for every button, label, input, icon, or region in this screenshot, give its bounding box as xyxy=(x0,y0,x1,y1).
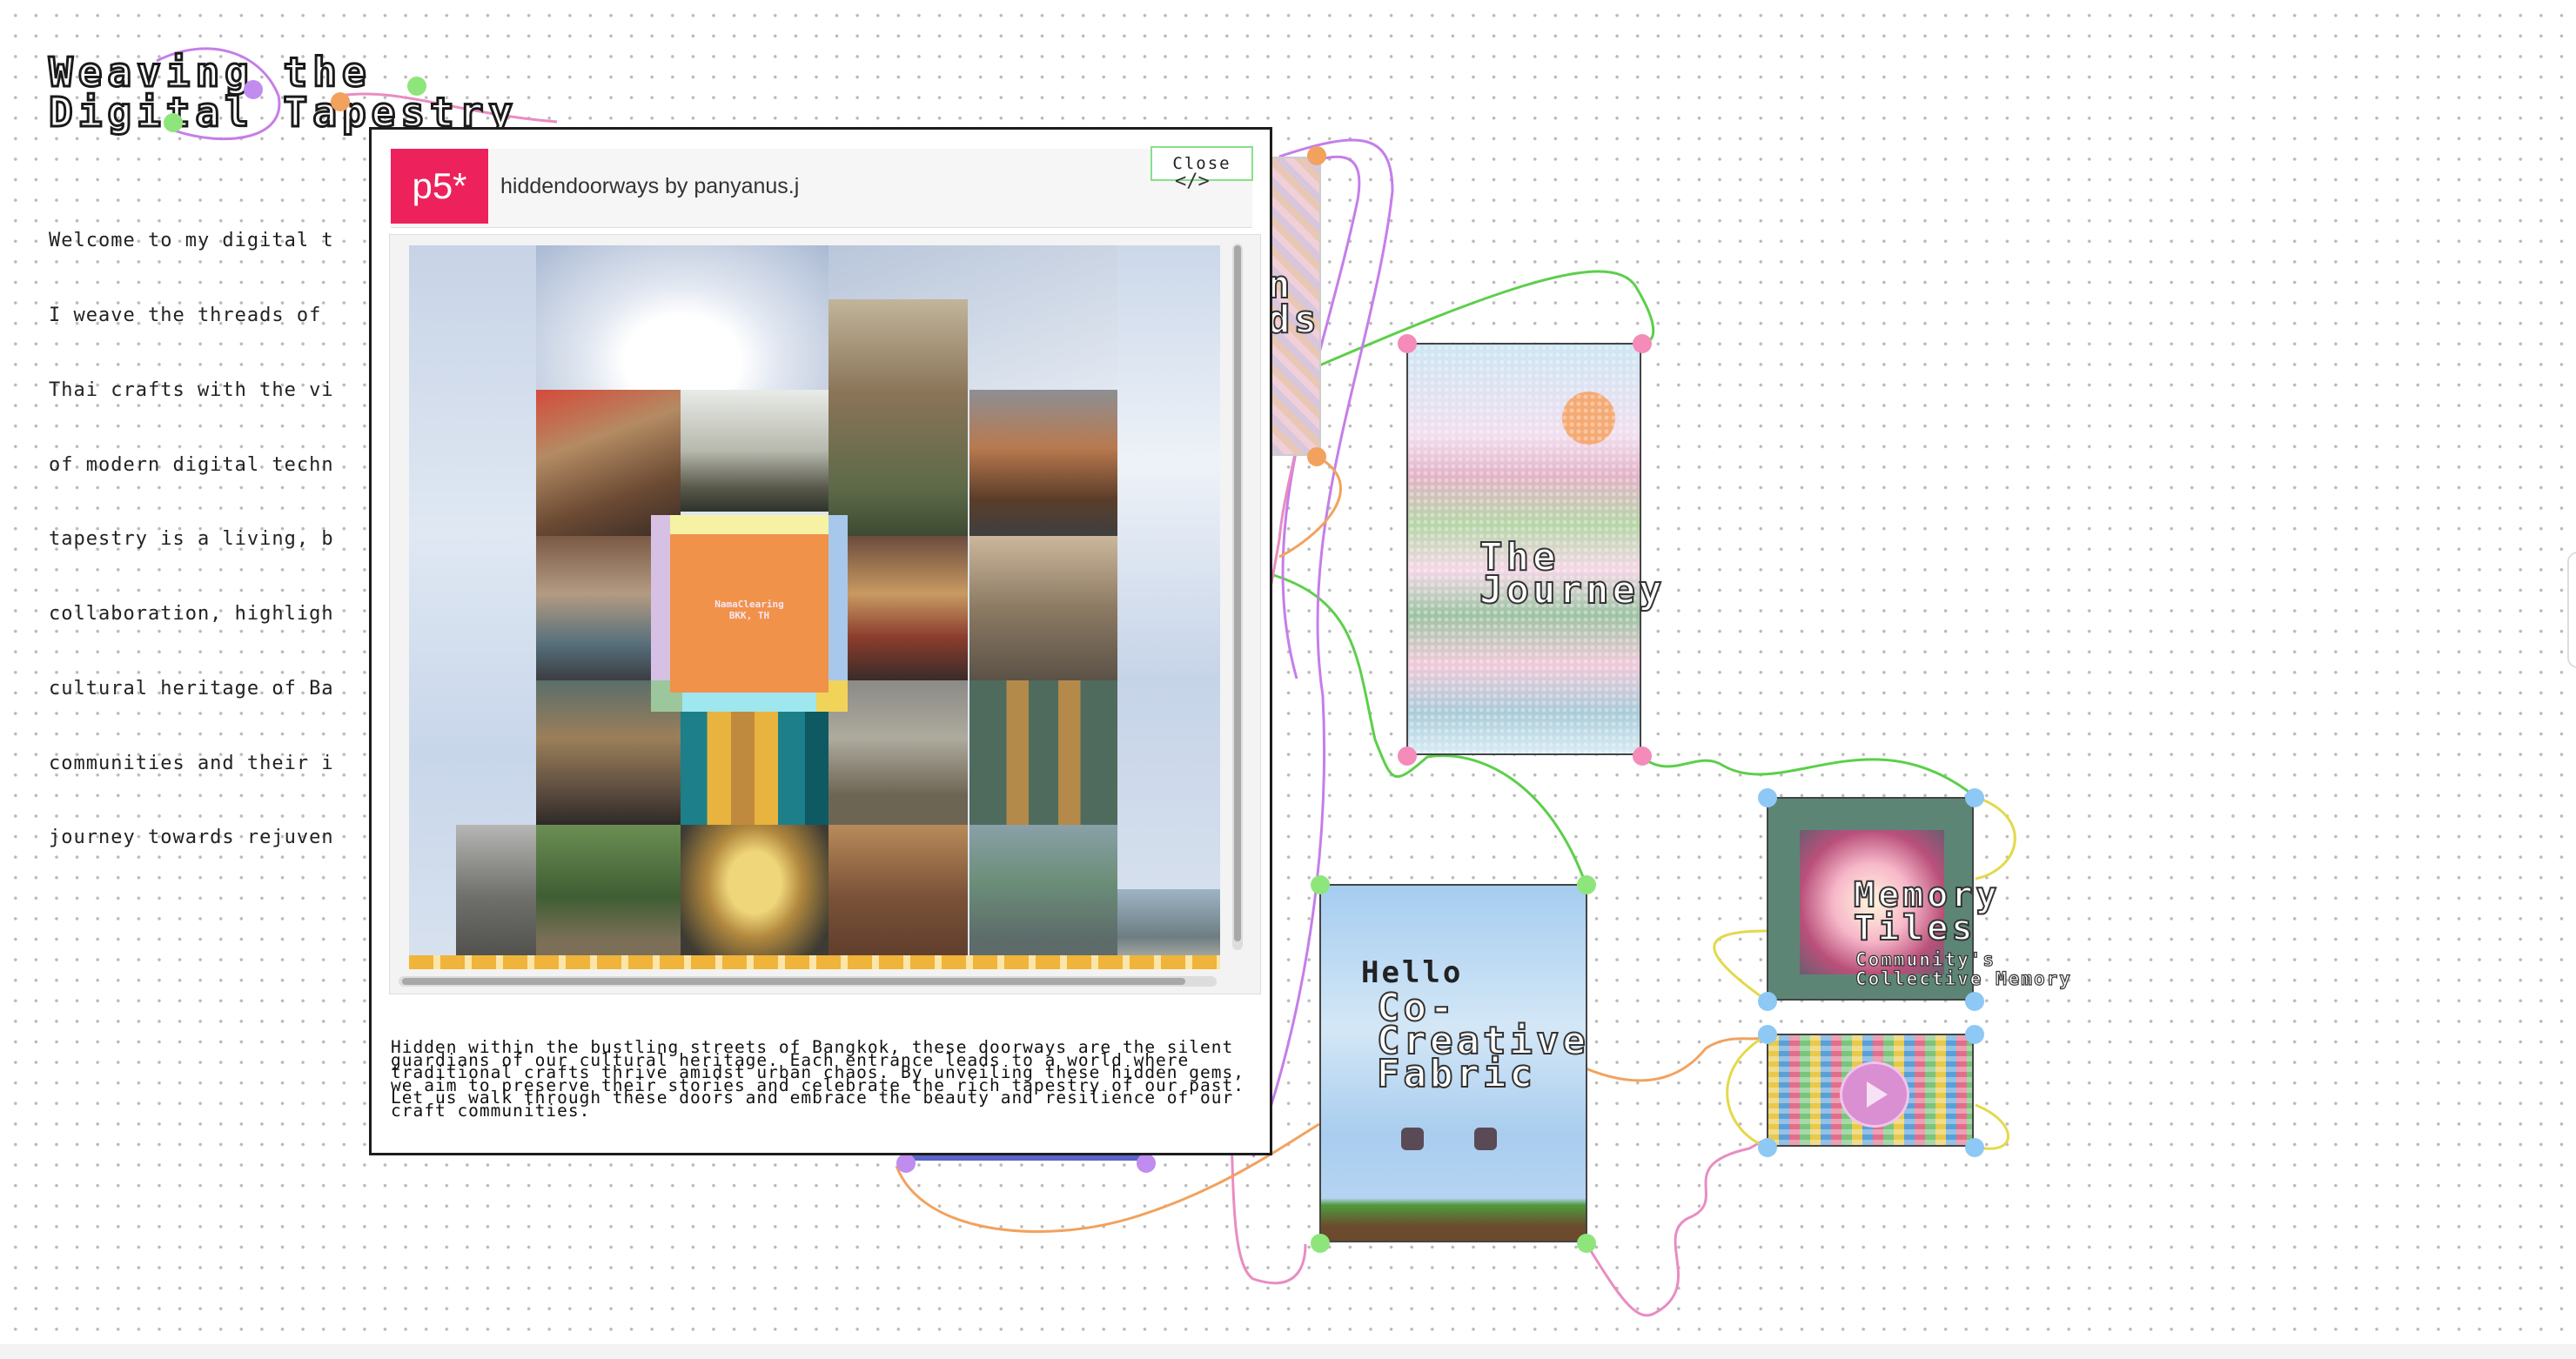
connector-dot[interactable] xyxy=(1758,1138,1777,1157)
fabric-label: Co- Creative Fabric xyxy=(1376,988,1589,1095)
intro-line: communities and their i xyxy=(49,752,334,774)
label-line: Journey xyxy=(1479,568,1666,613)
connector-dot[interactable] xyxy=(1633,334,1652,353)
connector-dot[interactable] xyxy=(1577,1234,1596,1253)
connector-dot[interactable] xyxy=(1307,146,1326,165)
intro-text: Welcome to my digital t I weave the thre… xyxy=(49,179,414,876)
sketch-canvas[interactable]: NamaClearing BKK, TH xyxy=(409,245,1220,969)
journey-label: The Journey xyxy=(1479,538,1666,613)
photo-tile xyxy=(828,825,968,969)
title-line: Weaving the xyxy=(47,49,372,96)
video-card[interactable] xyxy=(1767,1034,1974,1147)
connector-dot[interactable] xyxy=(1398,334,1417,353)
photo-tile xyxy=(969,536,1117,680)
bottom-bar xyxy=(0,1344,2576,1359)
connector-dot[interactable] xyxy=(244,80,263,99)
connector-dot[interactable] xyxy=(1965,1138,1984,1157)
connector-dot[interactable] xyxy=(1577,875,1596,894)
photo-tile xyxy=(828,680,968,825)
intro-line: I weave the threads of xyxy=(49,304,322,326)
photo-tile xyxy=(681,825,828,969)
connector-dot[interactable] xyxy=(1311,875,1330,894)
connector-dot[interactable] xyxy=(331,92,350,111)
connector-dot[interactable] xyxy=(1307,447,1326,466)
connector-dot[interactable] xyxy=(1965,788,1984,807)
connector-dot[interactable] xyxy=(1965,1025,1984,1044)
intro-line: Welcome to my digital t xyxy=(49,230,334,252)
memory-subtitle: Community's Collective Memory xyxy=(1855,949,2072,989)
photo-tile xyxy=(456,825,536,969)
tile-text: NamaClearing xyxy=(714,599,784,610)
sketch-header: p5* hiddendoorways by panyanus.j xyxy=(391,149,1252,228)
photo-tile xyxy=(1117,245,1220,969)
sketch-description: Hidden within the bustling streets of Ba… xyxy=(391,1037,1244,1121)
photo-tile xyxy=(969,680,1117,825)
photo-tile xyxy=(536,245,828,390)
tile-text: BKK, TH xyxy=(728,610,770,621)
wire-green xyxy=(1639,753,1976,799)
vertical-scrollbar[interactable] xyxy=(1232,244,1243,950)
scroll-thumb[interactable] xyxy=(402,978,1185,985)
connector-dot[interactable] xyxy=(1398,746,1417,766)
wire-yellow xyxy=(1713,929,1768,1002)
center-tile: NamaClearing BKK, TH xyxy=(651,515,848,712)
intro-line: journey towards rejuven xyxy=(49,827,334,849)
memory-label: Memory Tiles xyxy=(1853,875,2001,948)
photo-tile xyxy=(536,825,681,969)
hidden-card-label: n ds xyxy=(1266,265,1320,342)
wire-yellow xyxy=(1975,795,2016,880)
connector-dot[interactable] xyxy=(1633,746,1652,766)
connector-dot[interactable] xyxy=(164,113,183,132)
connector-dot[interactable] xyxy=(1758,788,1777,807)
horizontal-scrollbar[interactable] xyxy=(399,976,1217,987)
connector-dot[interactable] xyxy=(407,77,426,96)
wire-yellow xyxy=(1726,1034,1768,1148)
label-line: ds xyxy=(1266,298,1320,342)
photo-tile xyxy=(828,536,968,680)
photo-tile xyxy=(828,299,968,536)
intro-line: tapestry is a living, b xyxy=(49,528,334,551)
connector-dot[interactable] xyxy=(1137,1154,1156,1173)
intro-line: Thai crafts with the vi xyxy=(49,378,334,401)
subtitle-line: Collective Memory xyxy=(1855,968,2072,989)
photo-tile xyxy=(969,390,1117,536)
sketch-title[interactable]: hiddendoorways by panyanus.j xyxy=(500,149,799,224)
fabric-inner-text: Hello xyxy=(1361,955,1464,990)
wire-orange xyxy=(1278,454,1342,559)
code-icon[interactable]: </> xyxy=(1175,171,1210,192)
connector-dot[interactable] xyxy=(1758,992,1777,1011)
intro-line: of modern digital techn xyxy=(49,453,334,476)
connector-dot[interactable] xyxy=(1311,1234,1330,1253)
p5-logo: p5* xyxy=(391,149,488,224)
photo-tile xyxy=(969,825,1117,969)
scroll-thumb[interactable] xyxy=(1234,245,1241,941)
fabric-eye xyxy=(1401,1128,1424,1150)
side-panel-handle[interactable] xyxy=(2567,552,2576,668)
photo-tile xyxy=(681,390,828,512)
photo-tile xyxy=(536,536,654,680)
label-line: Tiles xyxy=(1853,908,1976,948)
connector-dot[interactable] xyxy=(896,1154,916,1173)
intro-line: collaboration, highligh xyxy=(49,603,334,626)
connector-dot[interactable] xyxy=(1965,992,1984,1011)
label-line: Memory xyxy=(1853,875,2001,915)
intro-line: cultural heritage of Ba xyxy=(49,677,334,700)
sketch-modal: p5* hiddendoorways by panyanus.j NamaCle… xyxy=(369,127,1272,1155)
subtitle-line: Community's xyxy=(1855,949,1996,970)
connector-dot[interactable] xyxy=(1758,1025,1777,1044)
play-button[interactable] xyxy=(1840,1061,1909,1128)
page-title: Weaving the Digital Tapestry xyxy=(47,49,518,134)
wire-pink xyxy=(1584,1140,1768,1317)
photo-tile xyxy=(536,390,681,536)
sketch-frame: NamaClearing BKK, TH xyxy=(389,234,1261,994)
pattern-strip xyxy=(409,955,1220,969)
fabric-eye xyxy=(1474,1128,1497,1150)
